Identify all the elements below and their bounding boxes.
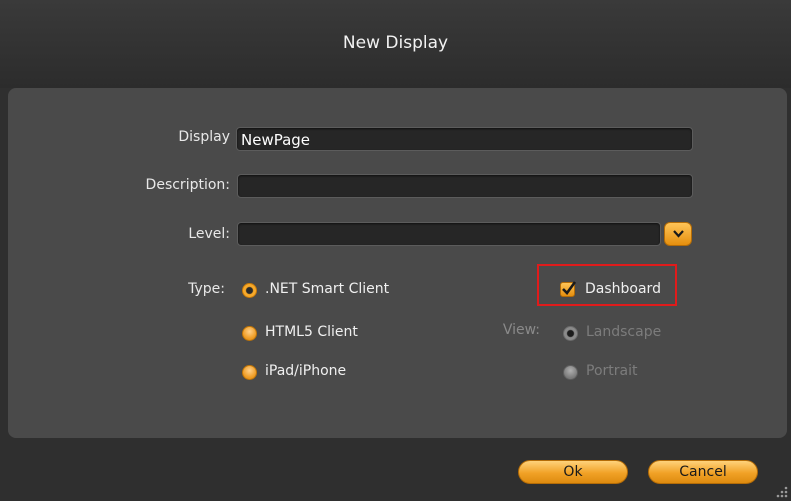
ok-button[interactable]: Ok [518, 460, 628, 484]
dashboard-checkbox[interactable] [560, 281, 577, 297]
resize-grip-icon[interactable] [775, 485, 789, 499]
description-label: Description: [145, 177, 230, 193]
dialog-titlebar[interactable]: New Display [0, 0, 791, 88]
description-field[interactable] [237, 174, 693, 198]
radio-ipad-iphone[interactable] [242, 365, 257, 380]
type-label: Type: [188, 281, 225, 297]
display-label: Display [178, 129, 230, 145]
display-field[interactable]: NewPage [236, 127, 693, 151]
radio-html5-client[interactable] [242, 326, 257, 341]
dashboard-label[interactable]: Dashboard [585, 281, 661, 297]
radio-net-smart-client[interactable] [242, 283, 257, 298]
chevron-down-icon [673, 230, 684, 238]
radio-ipad-iphone-label[interactable]: iPad/iPhone [265, 363, 346, 379]
radio-landscape-label[interactable]: Landscape [586, 324, 661, 340]
level-dropdown-button[interactable] [664, 222, 692, 246]
level-select[interactable] [237, 222, 661, 246]
level-label: Level: [188, 226, 230, 242]
cancel-button[interactable]: Cancel [648, 460, 758, 484]
new-display-dialog: New Display Display NewPage Description:… [0, 0, 791, 501]
view-label: View: [502, 322, 540, 338]
check-icon [562, 281, 577, 295]
radio-portrait-label[interactable]: Portrait [586, 363, 637, 379]
radio-portrait[interactable] [563, 365, 578, 380]
radio-net-smart-client-label[interactable]: .NET Smart Client [265, 281, 389, 297]
radio-landscape[interactable] [563, 326, 578, 341]
dialog-title: New Display [342, 33, 449, 53]
radio-html5-client-label[interactable]: HTML5 Client [265, 324, 358, 340]
